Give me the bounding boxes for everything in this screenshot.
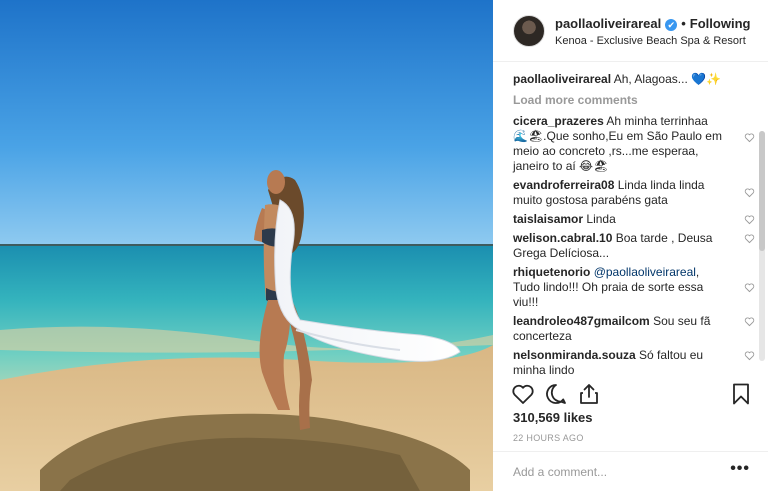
- add-comment-input[interactable]: [513, 462, 713, 482]
- comment-mention-link[interactable]: @paollaoliveirareal: [594, 265, 696, 279]
- share-upload-icon[interactable]: [577, 382, 601, 406]
- small-heart-icon[interactable]: [744, 316, 755, 327]
- comment-username[interactable]: evandroferreira08: [513, 178, 614, 192]
- comment-username[interactable]: rhiquetenorio: [513, 265, 590, 279]
- comment-text: Linda: [586, 212, 616, 226]
- caption-username[interactable]: paollaoliveirareal: [513, 72, 611, 86]
- bookmark-icon[interactable]: [729, 382, 753, 406]
- caption-text: Ah, Alagoas... 💙✨: [613, 72, 722, 86]
- caption: paollaoliveirareal Ah, Alagoas... 💙✨: [513, 72, 731, 87]
- heart-outline-icon[interactable]: [511, 382, 535, 406]
- verified-badge-icon: ✔: [665, 19, 678, 31]
- comment-username[interactable]: cicera_prazeres: [513, 114, 604, 128]
- small-heart-icon[interactable]: [744, 282, 755, 293]
- small-heart-icon[interactable]: [744, 233, 755, 244]
- post-header: paollaoliveirareal ✔ • Following Kenoa - Ex…: [493, 0, 768, 62]
- comment-username[interactable]: leandroleo487gmailcom: [513, 314, 650, 328]
- avatar[interactable]: [513, 15, 545, 47]
- likes-count[interactable]: 310,569 likes: [513, 410, 593, 425]
- list-item: leandroleo487gmailcom Sou seu fã concert…: [513, 314, 755, 344]
- list-item: taislaisamor Linda: [513, 212, 755, 227]
- comments-list[interactable]: paollaoliveirareal Ah, Alagoas... 💙✨ Loa…: [493, 63, 768, 375]
- list-item: welison.cabral.10 Boa tarde , Deusa Greg…: [513, 231, 755, 261]
- following-button[interactable]: Following: [690, 16, 751, 31]
- separator-dot: •: [681, 16, 686, 31]
- comment-username[interactable]: taislaisamor: [513, 212, 583, 226]
- header-user-line: paollaoliveirareal ✔ • Following: [555, 16, 750, 31]
- comment-username[interactable]: welison.cabral.10: [513, 231, 612, 245]
- more-options-button[interactable]: •••: [730, 461, 750, 477]
- small-heart-icon[interactable]: [744, 187, 755, 198]
- comments-scrollbar-thumb[interactable]: [759, 131, 765, 251]
- small-heart-icon[interactable]: [744, 350, 755, 361]
- beach-photo-illustration: [0, 0, 493, 491]
- comment-username[interactable]: nelsonmiranda.souza: [513, 348, 636, 362]
- speech-bubble-icon[interactable]: [544, 382, 568, 406]
- action-bar: [493, 378, 768, 410]
- post-details-panel: paollaoliveirareal ✔ • Following Kenoa - Ex…: [493, 0, 768, 491]
- add-comment-section: •••: [493, 451, 768, 491]
- small-heart-icon[interactable]: [744, 214, 755, 225]
- load-more-comments-button[interactable]: Load more comments: [513, 93, 731, 107]
- list-item: cicera_prazeres Ah minha terrinhaa 🌊🏖.Qu…: [513, 114, 755, 174]
- location-link[interactable]: Kenoa - Exclusive Beach Spa & Resort: [555, 35, 746, 47]
- list-item: evandroferreira08 Linda linda linda muit…: [513, 178, 755, 208]
- post-photo[interactable]: [0, 0, 493, 491]
- list-item: nelsonmiranda.souza Só faltou eu minha l…: [513, 348, 755, 375]
- small-heart-icon[interactable]: [744, 132, 755, 143]
- list-item: rhiquetenorio @paollaoliveirareal, Tudo …: [513, 265, 755, 310]
- header-username[interactable]: paollaoliveirareal: [555, 16, 661, 31]
- post-timestamp[interactable]: 22 HOURS AGO: [513, 433, 584, 443]
